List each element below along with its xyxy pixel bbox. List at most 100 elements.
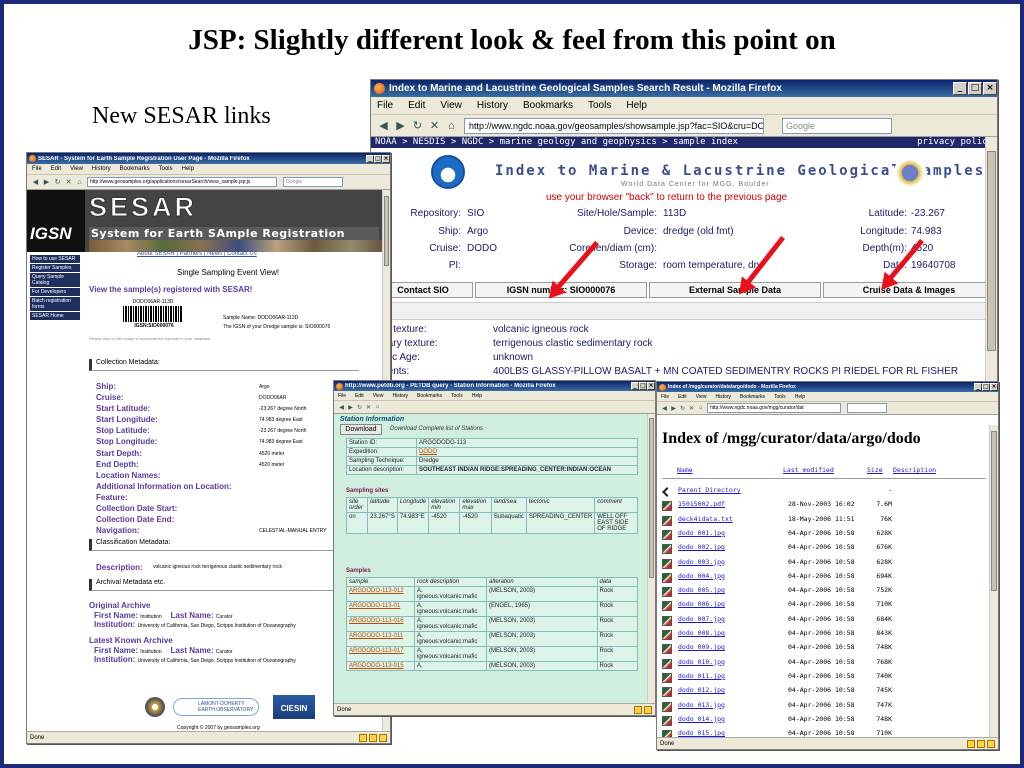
menu-help[interactable]: Help — [182, 166, 194, 172]
stop-icon[interactable]: ✕ — [687, 405, 696, 412]
back-icon[interactable]: ◀ — [660, 405, 669, 412]
menu-file[interactable]: File — [661, 394, 669, 400]
side-menu-item[interactable]: How to use SESAR — [30, 255, 80, 264]
file-link[interactable]: dodo_015.jpg — [678, 729, 725, 737]
sample-link[interactable]: ARGDODO-113-01 — [346, 601, 415, 617]
reload-icon[interactable]: ↻ — [409, 119, 426, 132]
file-link[interactable]: dodo_002.jpg — [678, 543, 725, 551]
menu-tools[interactable]: Tools — [159, 166, 173, 172]
menu-file[interactable]: File — [377, 100, 393, 111]
file-link[interactable]: dodo_007.jpg — [678, 615, 725, 623]
file-link[interactable]: dodo_014.jpg — [678, 715, 725, 723]
menu-edit[interactable]: Edit — [678, 394, 687, 400]
home-icon[interactable]: ⌂ — [443, 120, 460, 132]
menu-history[interactable]: History — [392, 393, 408, 399]
cruise-data-button[interactable]: Cruise Data & Images — [823, 282, 995, 298]
back-icon[interactable]: ◀ — [337, 404, 346, 411]
top-links[interactable]: About SESAR | Partners | News | Contact … — [137, 251, 257, 257]
maximize-button[interactable]: □ — [374, 154, 382, 163]
menu-view[interactable]: View — [440, 100, 462, 111]
privacy-link[interactable]: privacy policy — [917, 137, 993, 148]
col-size[interactable]: Size — [867, 466, 883, 474]
side-menu-item[interactable]: Register Samples — [30, 264, 80, 273]
side-menu-item[interactable]: SESAR Home — [30, 312, 80, 321]
minimize-button[interactable]: _ — [974, 383, 982, 391]
forward-icon[interactable]: ▶ — [41, 178, 52, 186]
sample-link[interactable]: ARGDODO-113-016 — [346, 616, 415, 632]
menu-edit[interactable]: Edit — [355, 393, 364, 399]
sample-link[interactable]: ARGDODO-113-017 — [346, 646, 415, 662]
col-last-modified[interactable]: Last modified — [783, 466, 834, 474]
address-bar[interactable]: http://www.ngdc.noaa.gov/geosamples/show… — [464, 117, 764, 134]
menu-view[interactable]: View — [696, 394, 707, 400]
menu-view[interactable]: View — [373, 393, 384, 399]
search-box[interactable]: Google — [283, 177, 343, 187]
back-icon[interactable]: ◀ — [375, 119, 392, 132]
menu-bookmarks[interactable]: Bookmarks — [120, 166, 150, 172]
download-button[interactable]: Download — [340, 424, 382, 435]
file-link[interactable]: dodo_009.jpg — [678, 643, 725, 651]
forward-icon[interactable]: ▶ — [346, 404, 355, 411]
close-button[interactable]: × — [647, 382, 655, 390]
close-button[interactable]: × — [990, 383, 998, 391]
sample-link[interactable]: ARGDODO-113-015 — [346, 661, 415, 671]
home-icon[interactable]: ⌂ — [373, 404, 382, 410]
scrollbar[interactable] — [647, 414, 655, 703]
stop-icon[interactable]: ✕ — [63, 178, 74, 186]
menu-history[interactable]: History — [715, 394, 731, 400]
address-bar[interactable]: http://www.ngdc.noaa.gov/mgg/curator/dat — [707, 403, 841, 413]
barcode-image[interactable] — [123, 306, 183, 322]
col-name[interactable]: Name — [677, 466, 693, 474]
reload-icon[interactable]: ↻ — [355, 404, 364, 411]
menu-edit[interactable]: Edit — [51, 166, 61, 172]
menu-tools[interactable]: Tools — [774, 394, 786, 400]
file-link[interactable]: deck4idata.txt — [678, 515, 733, 523]
file-link[interactable]: dodo_005.jpg — [678, 586, 725, 594]
sample-link[interactable]: ARGDODO-113-011 — [346, 631, 415, 647]
file-link[interactable]: dodo_006.jpg — [678, 600, 725, 608]
stop-icon[interactable]: ✕ — [364, 404, 373, 411]
search-box[interactable] — [847, 403, 887, 413]
home-icon[interactable]: ⌂ — [74, 179, 85, 186]
menu-history[interactable]: History — [92, 166, 111, 172]
side-menu-item[interactable]: Query Sample Catalog — [30, 273, 80, 288]
minimize-button[interactable]: _ — [631, 382, 639, 390]
menu-file[interactable]: File — [338, 393, 346, 399]
minimize-button[interactable]: _ — [953, 82, 967, 95]
file-link[interactable]: dodo_010.jpg — [678, 658, 725, 666]
stop-icon[interactable]: ✕ — [426, 119, 443, 132]
close-button[interactable]: × — [983, 82, 997, 95]
menu-help[interactable]: Help — [472, 393, 482, 399]
close-button[interactable]: × — [382, 154, 390, 163]
col-description[interactable]: Description — [893, 466, 936, 474]
maximize-button[interactable]: □ — [639, 382, 647, 390]
menu-view[interactable]: View — [70, 166, 83, 172]
menu-history[interactable]: History — [477, 100, 508, 111]
search-box[interactable]: Google — [782, 117, 892, 134]
maximize-button[interactable]: □ — [982, 383, 990, 391]
sample-link[interactable]: ARGDODO-113-012 — [346, 586, 415, 602]
file-link[interactable]: dodo_012.jpg — [678, 686, 725, 694]
reload-icon[interactable]: ↻ — [52, 178, 63, 186]
back-icon[interactable]: ◀ — [30, 178, 41, 186]
forward-icon[interactable]: ▶ — [669, 405, 678, 412]
file-link[interactable]: dodo_001.jpg — [678, 529, 725, 537]
file-link[interactable]: dodo_013.jpg — [678, 701, 725, 709]
home-icon[interactable]: ⌂ — [696, 405, 705, 411]
file-link[interactable]: 15015002.pdf — [678, 500, 725, 508]
maximize-button[interactable]: □ — [968, 82, 982, 95]
file-link[interactable]: dodo_004.jpg — [678, 572, 725, 580]
menu-bookmarks[interactable]: Bookmarks — [417, 393, 442, 399]
menu-help[interactable]: Help — [795, 394, 805, 400]
side-menu-item[interactable]: For Developers — [30, 288, 80, 297]
menu-bookmarks[interactable]: Bookmarks — [523, 100, 573, 111]
file-link[interactable]: dodo_003.jpg — [678, 558, 725, 566]
menu-tools[interactable]: Tools — [451, 393, 463, 399]
file-link[interactable]: Parent Directory — [678, 486, 741, 494]
menu-help[interactable]: Help — [626, 100, 647, 111]
file-link[interactable]: dodo_011.jpg — [678, 672, 725, 680]
menu-edit[interactable]: Edit — [408, 100, 425, 111]
menu-tools[interactable]: Tools — [588, 100, 611, 111]
menu-file[interactable]: File — [32, 166, 42, 172]
scrollbar[interactable] — [989, 425, 998, 737]
